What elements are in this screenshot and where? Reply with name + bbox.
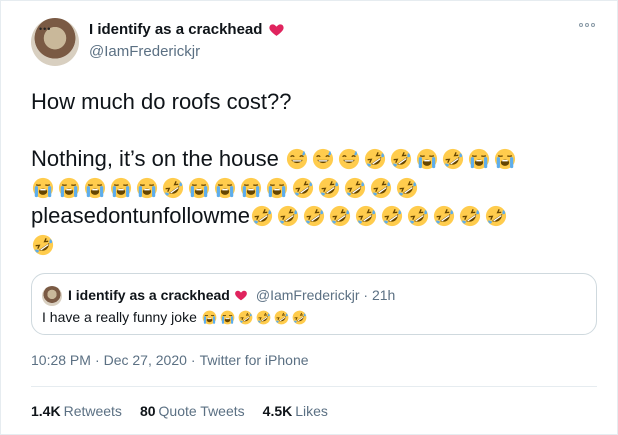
retweets-stat[interactable]: 1.4K Retweets [31, 403, 122, 419]
tweet-line-5 [31, 230, 57, 260]
loud-cry-emoji-icon [416, 148, 438, 170]
loud-cry-emoji-icon [468, 148, 490, 170]
loud-cry-emoji-icon [188, 177, 210, 199]
rofl-emoji-icon [329, 205, 351, 227]
rofl-emoji-icon [407, 205, 429, 227]
rofl-emoji-icon [485, 205, 507, 227]
rofl-emoji-icon [396, 177, 418, 199]
loud-cry-emoji-icon [84, 177, 106, 199]
sweat-smile-emoji-icon [286, 148, 308, 170]
loud-cry-emoji-icon [266, 177, 288, 199]
quote-tweets-stat[interactable]: 80 Quote Tweets [140, 403, 245, 419]
rofl-emoji-icon [32, 234, 54, 256]
quoted-text-body: I have a really funny joke [42, 309, 201, 325]
tweet-meta: 10:28 PM · Dec 27, 2020 · Twitter for iPhone [31, 352, 309, 368]
rofl-emoji-icon [318, 177, 340, 199]
sweat-smile-emoji-icon [338, 148, 360, 170]
tweet-date[interactable]: Dec 27, 2020 [104, 352, 187, 368]
loud-cry-emoji-icon [110, 177, 132, 199]
emoji-row [285, 146, 519, 171]
rofl-emoji-icon [355, 205, 377, 227]
emoji-row [31, 175, 421, 200]
loud-cry-emoji-icon [240, 177, 262, 199]
sweat-smile-emoji-icon [312, 148, 334, 170]
loud-cry-emoji-icon [214, 177, 236, 199]
rofl-emoji-icon [251, 205, 273, 227]
rofl-emoji-icon [370, 177, 392, 199]
rofl-emoji-icon [442, 148, 464, 170]
loud-cry-emoji-icon [202, 310, 217, 325]
display-name[interactable]: I identify as a crackhead [89, 21, 262, 38]
rofl-emoji-icon [344, 177, 366, 199]
engagement-stats: 1.4K Retweets 80 Quote Tweets 4.5K Likes [31, 403, 328, 419]
rofl-emoji-icon [381, 205, 403, 227]
loud-cry-emoji-icon [58, 177, 80, 199]
tweet-card: ••• I identify as a crackhead @IamFreder… [0, 0, 618, 435]
rofl-emoji-icon [433, 205, 455, 227]
rofl-emoji-icon [303, 205, 325, 227]
more-options-icon[interactable] [579, 23, 595, 27]
rofl-emoji-icon [256, 310, 271, 325]
author-name-row[interactable]: I identify as a crackhead [89, 21, 285, 38]
tweet-line-1: How much do roofs cost?? [31, 89, 292, 114]
loud-cry-emoji-icon [494, 148, 516, 170]
likes-stat[interactable]: 4.5K Likes [263, 403, 328, 419]
retweets-label: Retweets [63, 403, 122, 419]
emoji-row [250, 203, 510, 228]
rofl-emoji-icon [274, 310, 289, 325]
likes-count: 4.5K [262, 403, 293, 419]
separator-dot: · [94, 352, 100, 368]
rofl-emoji-icon [459, 205, 481, 227]
tweet-line-3 [31, 173, 421, 203]
tweet-line-2: Nothing, it’s on the house [31, 144, 519, 174]
quote-tweets-label: Quote Tweets [158, 403, 245, 419]
quoted-display-name: I identify as a crackhead [68, 287, 230, 303]
rofl-emoji-icon [364, 148, 386, 170]
quoted-header: I identify as a crackhead @IamFrederickj… [68, 287, 395, 303]
quoted-text: I have a really funny joke [42, 309, 309, 325]
emoji-row [201, 309, 309, 325]
emoji-row [31, 232, 57, 257]
divider [31, 386, 597, 387]
tweet-line-4: pleasedontunfollowme [31, 201, 510, 231]
rofl-emoji-icon [162, 177, 184, 199]
rofl-emoji-icon [277, 205, 299, 227]
loud-cry-emoji-icon [32, 177, 54, 199]
red-heart-icon [269, 24, 285, 36]
quoted-avatar [42, 286, 62, 306]
tweet-source-link[interactable]: Twitter for iPhone [200, 352, 309, 368]
user-handle[interactable]: @IamFrederickjr [89, 43, 200, 60]
rofl-emoji-icon [292, 177, 314, 199]
avatar[interactable]: ••• [31, 18, 79, 66]
retweets-count: 1.4K [31, 403, 61, 419]
quoted-handle-time: @IamFrederickjr · 21h [255, 287, 396, 303]
rofl-emoji-icon [292, 310, 307, 325]
likes-label: Likes [295, 403, 328, 419]
red-heart-icon [234, 290, 247, 301]
separator-dot: · [190, 352, 196, 368]
quote-tweets-count: 80 [139, 403, 156, 419]
loud-cry-emoji-icon [136, 177, 158, 199]
quoted-tweet[interactable]: I identify as a crackhead @IamFrederickj… [31, 273, 597, 335]
loud-cry-emoji-icon [220, 310, 235, 325]
rofl-emoji-icon [238, 310, 253, 325]
tweet-line-2-text: Nothing, it’s on the house [31, 146, 285, 171]
tweet-time[interactable]: 10:28 PM [31, 352, 91, 368]
rofl-emoji-icon [390, 148, 412, 170]
tweet-line-4-text: pleasedontunfollowme [31, 203, 250, 228]
